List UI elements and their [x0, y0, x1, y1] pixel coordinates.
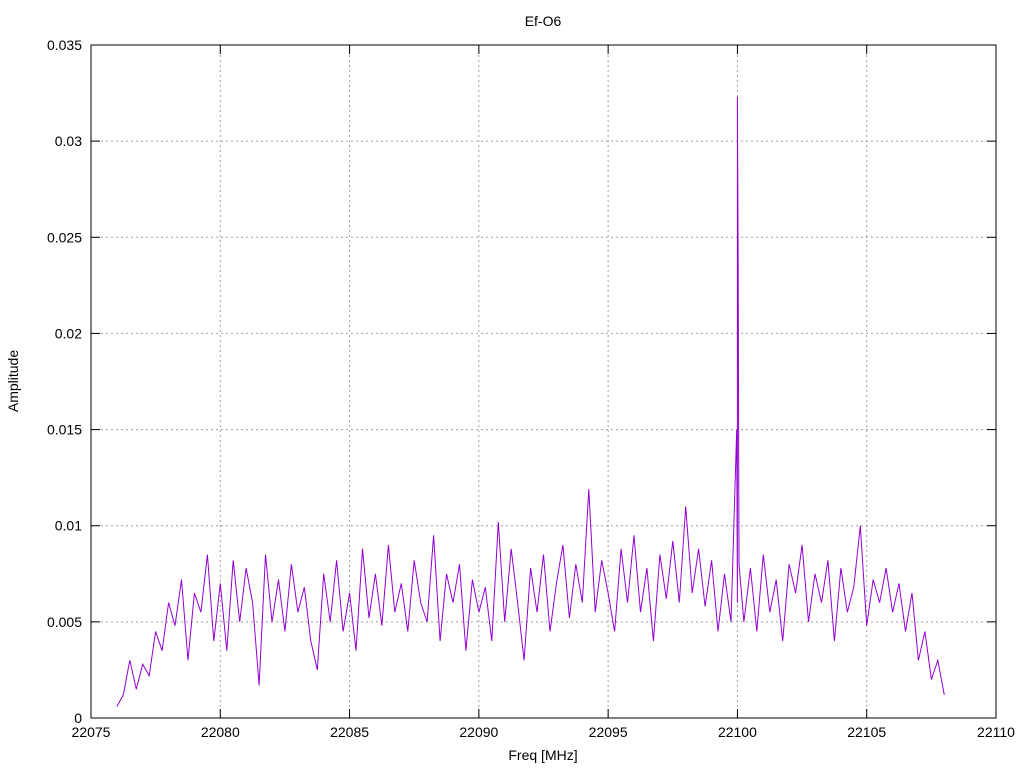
x-tick-label: 22085 [330, 724, 369, 740]
x-tick-label: 22080 [201, 724, 240, 740]
y-axis-label: Amplitude [5, 350, 21, 412]
series-line [116, 96, 945, 707]
y-tick-label: 0.005 [47, 614, 82, 630]
x-tick-label: 22105 [847, 724, 886, 740]
y-tick-label: 0.03 [55, 133, 82, 149]
x-tick-label: 22110 [977, 724, 1015, 740]
ticks: 22075 22080 22085 22090 22095 22100 22105 22110… [47, 37, 1015, 740]
grid [91, 45, 996, 718]
x-tick-label: 22095 [589, 724, 628, 740]
plot-border [90, 44, 997, 719]
y-tick-label: 0.035 [47, 37, 82, 53]
x-tick-label: 22100 [718, 724, 757, 740]
y-tick-label: 0 [74, 710, 82, 726]
y-tick-label: 0.02 [55, 325, 82, 341]
y-tick-label: 0.01 [55, 518, 82, 534]
chart: 22075 22080 22085 22090 22095 22100 22105 22110… [5, 13, 1015, 763]
x-axis-label: Freq [MHz] [508, 747, 577, 763]
x-tick-label: 22075 [72, 724, 111, 740]
y-tick-label: 0.015 [47, 422, 82, 438]
chart-title: Ef-O6 [525, 13, 562, 29]
y-tick-label: 0.025 [47, 229, 82, 245]
x-tick-label: 22090 [459, 724, 498, 740]
series-layer [116, 96, 945, 707]
